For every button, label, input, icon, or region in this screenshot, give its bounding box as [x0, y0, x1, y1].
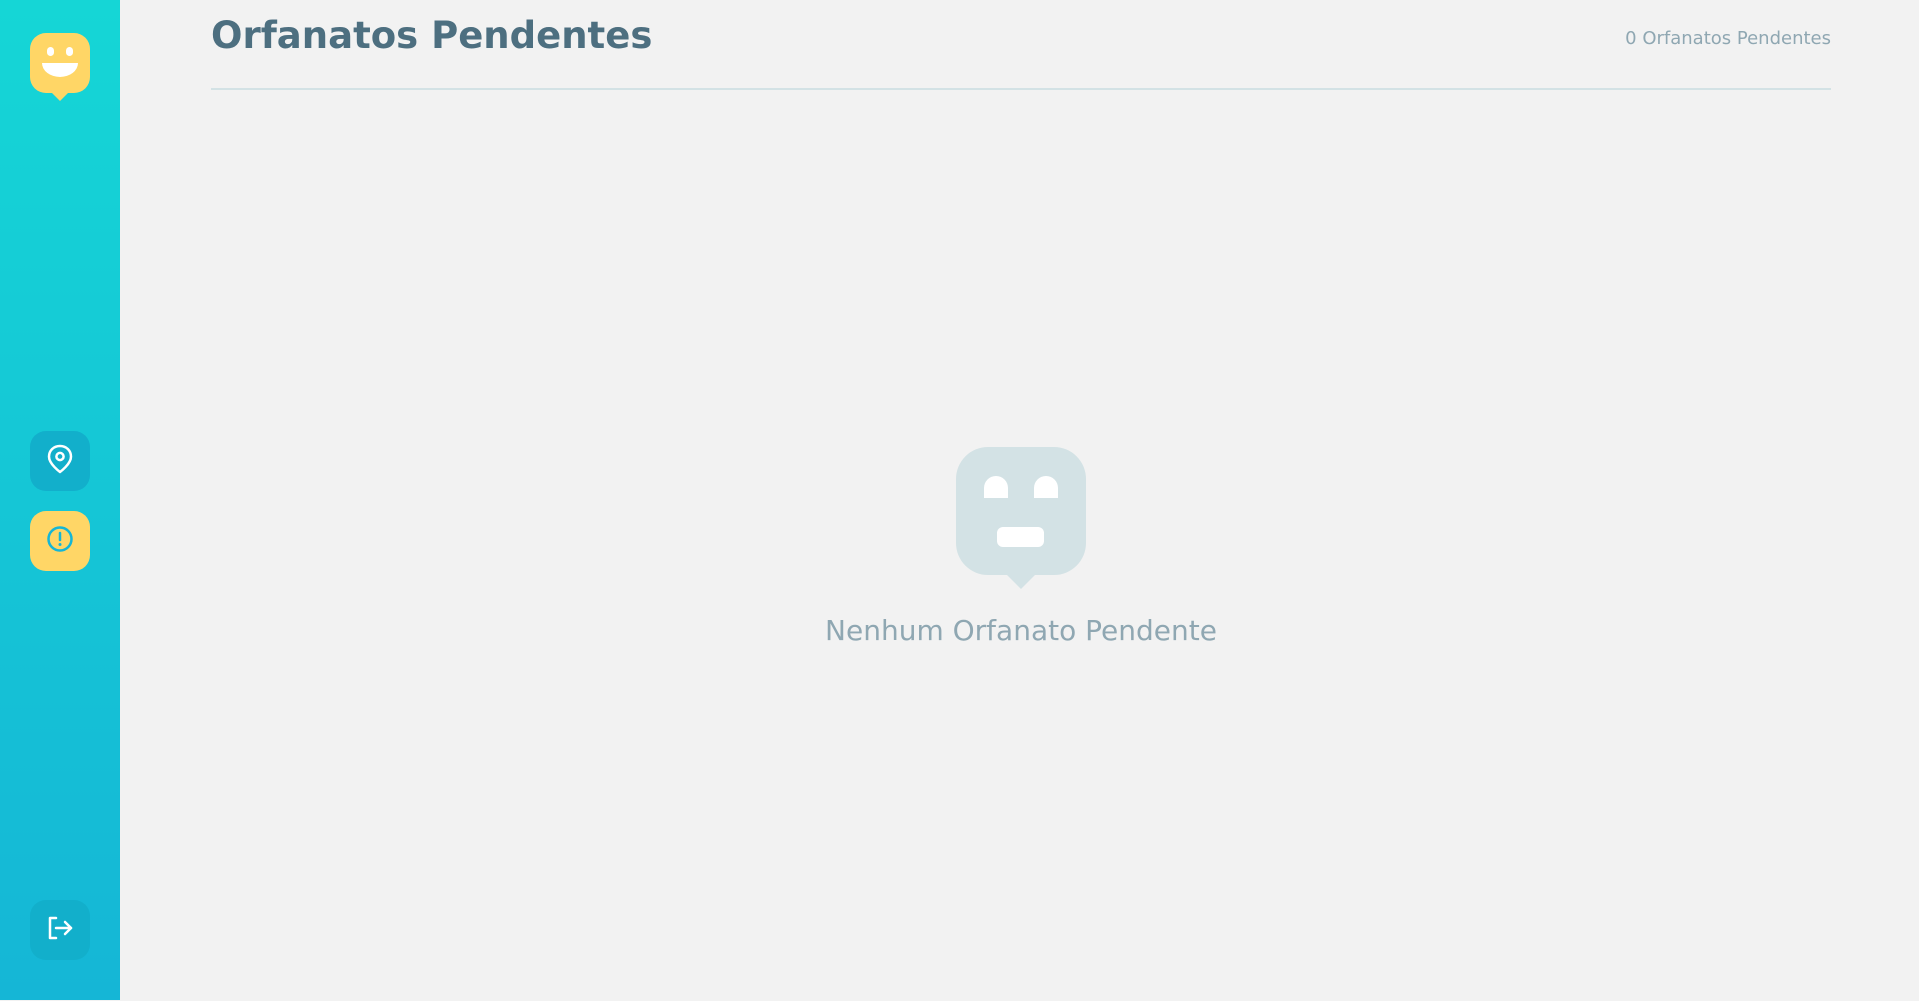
empty-state: Nenhum Orfanato Pendente [711, 445, 1331, 647]
pending-count: 0 Orfanatos Pendentes [1625, 28, 1831, 49]
map-pin-icon [46, 444, 74, 478]
happy-face-logo-icon[interactable] [30, 33, 90, 103]
sidebar-item-pending[interactable] [30, 511, 90, 571]
page-header: Orfanatos Pendentes 0 Orfanatos Pendente… [211, 0, 1831, 90]
logout-button[interactable] [30, 900, 90, 960]
sidebar [0, 0, 120, 1000]
app-root: Orfanatos Pendentes 0 Orfanatos Pendente… [0, 0, 1919, 1001]
page-title: Orfanatos Pendentes [211, 14, 653, 57]
logout-icon [46, 915, 74, 945]
sidebar-item-map[interactable] [30, 431, 90, 491]
alert-circle-icon [46, 525, 74, 557]
empty-state-message: Nenhum Orfanato Pendente [825, 614, 1217, 647]
neutral-face-icon [956, 447, 1086, 589]
